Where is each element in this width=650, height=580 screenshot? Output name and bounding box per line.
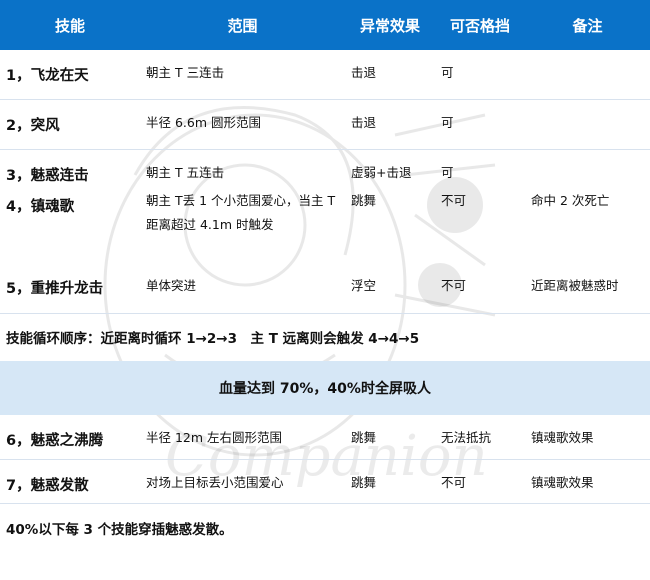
table-row: 1，飞龙在天 朝主 T 三连击 击退 可	[0, 50, 650, 100]
skill-name: 5，重推升龙击	[0, 267, 140, 314]
skill-range: 单体突进	[140, 267, 345, 314]
skill-block: 不可	[435, 267, 525, 314]
skill-name: 1，飞龙在天	[0, 50, 140, 100]
skill-block: 可	[435, 50, 525, 100]
skill-note: 镇魂歌效果	[525, 459, 650, 504]
skill-block: 不可	[435, 459, 525, 504]
skill-block: 可	[435, 99, 525, 150]
table-row: 3，魅惑连击 朝主 T 五连击 虚弱+击退 可	[0, 149, 650, 189]
skill-name: 2，突风	[0, 99, 140, 150]
skill-effect: 跳舞	[351, 193, 377, 208]
table-row: 7，魅惑发散 对场上目标丢小范围爱心 跳舞 不可 镇魂歌效果	[0, 459, 650, 504]
cycle-note: 技能循环顺序：近距离时循环 1→2→3 主 T 远离则会触发 4→4→5	[6, 331, 420, 348]
table-row: 5，重推升龙击 单体突进 浮空 不可 近距离被魅惑时	[0, 267, 650, 314]
skill-note	[525, 50, 650, 100]
header-range: 范围	[140, 0, 345, 50]
skill-block: 不可	[441, 193, 467, 208]
skill-effect: 跳舞	[345, 415, 435, 460]
skill-range: 半径 12m 左右圆形范围	[140, 415, 345, 460]
header-skill: 技能	[0, 0, 140, 50]
skill-note: 命中 2 次死亡	[531, 193, 610, 208]
skill-effect: 浮空	[345, 267, 435, 314]
header-block: 可否格挡	[435, 0, 525, 50]
skill-note: 镇魂歌效果	[525, 415, 650, 460]
skill-block: 可	[441, 164, 454, 180]
skill-range: 半径 6.6m 圆形范围	[140, 99, 345, 150]
phase-band-row: 血量达到 70%，40%时全屏吸人	[0, 361, 650, 415]
table-row: 6，魅惑之沸腾 半径 12m 左右圆形范围 跳舞 无法抵抗 镇魂歌效果	[0, 415, 650, 460]
skill-effect: 跳舞	[345, 459, 435, 504]
table-row: 2，突风 半径 6.6m 圆形范围 击退 可	[0, 99, 650, 150]
skill-effect: 虚弱+击退	[351, 164, 412, 180]
skill-effect: 击退	[345, 50, 435, 100]
final-note: 40%以下每 3 个技能穿插魅惑发散。	[6, 522, 233, 539]
skill-range: 朝主 T 三连击	[140, 50, 345, 100]
header-effect: 异常效果	[345, 0, 435, 50]
phase-band: 血量达到 70%，40%时全屏吸人	[0, 361, 650, 415]
skill-note	[525, 99, 650, 150]
skill-name: 7，魅惑发散	[0, 459, 140, 504]
skill-block: 无法抵抗	[435, 415, 525, 460]
table-header-row: 技能 范围 异常效果 可否格挡 备注	[0, 0, 650, 50]
skill-name: 3，魅惑连击	[6, 167, 89, 184]
header-note: 备注	[525, 0, 650, 50]
final-note-row: 40%以下每 3 个技能穿插魅惑发散。	[0, 503, 650, 553]
skill-note: 近距离被魅惑时	[525, 267, 650, 314]
table-row: 4，镇魂歌 朝主 T丢 1 个小范围爱心，当主 T 距离超过 4.1m 时触发 …	[0, 189, 650, 267]
skill-range: 朝主 T丢 1 个小范围爱心，当主 T 距离超过 4.1m 时触发	[146, 193, 336, 232]
skill-name: 6，魅惑之沸腾	[0, 415, 140, 460]
skill-note	[525, 149, 650, 189]
skill-effect: 击退	[345, 99, 435, 150]
cycle-note-row: 技能循环顺序：近距离时循环 1→2→3 主 T 远离则会触发 4→4→5	[0, 313, 650, 361]
skill-range: 朝主 T 五连击	[146, 164, 225, 180]
skill-name: 4，镇魂歌	[6, 199, 75, 215]
skill-range: 对场上目标丢小范围爱心	[140, 459, 345, 504]
skills-table: 技能 范围 异常效果 可否格挡 备注 1，飞龙在天 朝主 T 三连击 击退 可 …	[0, 0, 650, 553]
